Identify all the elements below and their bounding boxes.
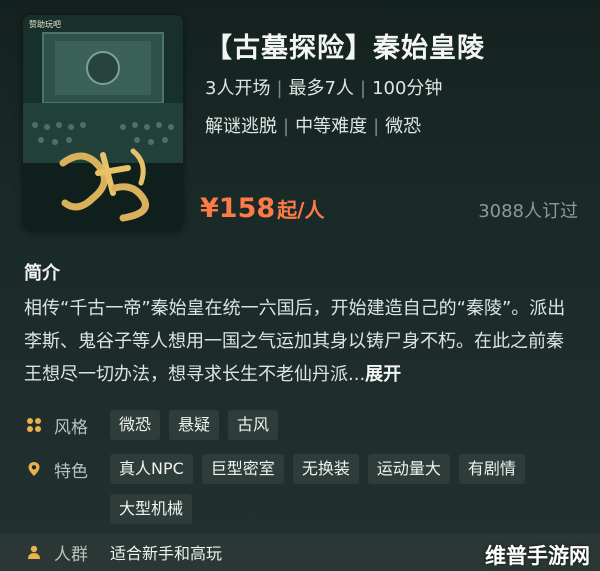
grid-icon — [27, 418, 41, 432]
style-tag[interactable]: 微恐 — [110, 410, 161, 440]
poster-brand-logo: 赞助玩吧 — [29, 20, 61, 29]
feature-row: 特色 真人NPC 巨型密室 无换装 运动量大 有剧情 — [26, 454, 534, 484]
feature-tag[interactable]: 有剧情 — [458, 454, 525, 484]
game-poster[interactable]: 赞助玩吧 — [23, 15, 183, 230]
location-pin-icon — [28, 462, 40, 476]
difficulty: 中等难度 — [295, 116, 368, 137]
price: ¥158 起/人 — [200, 193, 324, 224]
intro-text: 相传“千古一帝”秦始皇在统一六国后，开始建造自己的“秦陵”。派出李斯、鬼谷子等人… — [24, 298, 566, 385]
style-tag[interactable]: 古风 — [228, 410, 279, 440]
watermark: 维普手游网 — [485, 544, 590, 568]
genre: 解谜逃脱 — [205, 116, 277, 137]
players-start: 3人开场 — [205, 78, 271, 99]
duration: 100分钟 — [372, 78, 443, 99]
feature-label: 特色 — [54, 461, 88, 482]
feature-tag[interactable]: 运动量大 — [367, 454, 450, 484]
style-row: 风格 微恐 悬疑 古风 — [26, 410, 287, 440]
poster-calligraphy-title — [59, 148, 149, 222]
feature-row-continued: 大型机械 — [110, 494, 201, 524]
feature-tag[interactable]: 巨型密室 — [201, 454, 284, 484]
room-title: 【古墓探险】秦始皇陵 — [205, 33, 485, 64]
person-icon — [28, 545, 40, 559]
style-tag[interactable]: 悬疑 — [169, 410, 220, 440]
price-amount: ¥158 — [200, 193, 276, 224]
feature-tag[interactable]: 真人NPC — [110, 454, 193, 484]
price-unit: 起/人 — [277, 198, 325, 222]
crowd-label: 人群 — [54, 544, 88, 565]
crowd-value: 适合新手和高玩 — [110, 544, 223, 563]
style-label: 风格 — [54, 417, 88, 438]
feature-tag[interactable]: 大型机械 — [110, 494, 193, 524]
meta-row-genre: 解谜逃脱 | 中等难度 | 微恐 — [205, 116, 422, 137]
intro-heading: 简介 — [24, 263, 60, 284]
players-max: 最多7人 — [288, 78, 354, 99]
feature-tag[interactable]: 无换装 — [292, 454, 359, 484]
intro-text-block: 相传“千古一帝”秦始皇在统一六国后，开始建造自己的“秦陵”。派出李斯、鬼谷子等人… — [24, 292, 580, 391]
booked-count: 3088人订过 — [478, 201, 578, 222]
horror-level: 微恐 — [385, 116, 422, 137]
expand-link[interactable]: 展开 — [365, 364, 401, 385]
meta-row-players: 3人开场 | 最多7人 | 100分钟 — [205, 78, 443, 99]
